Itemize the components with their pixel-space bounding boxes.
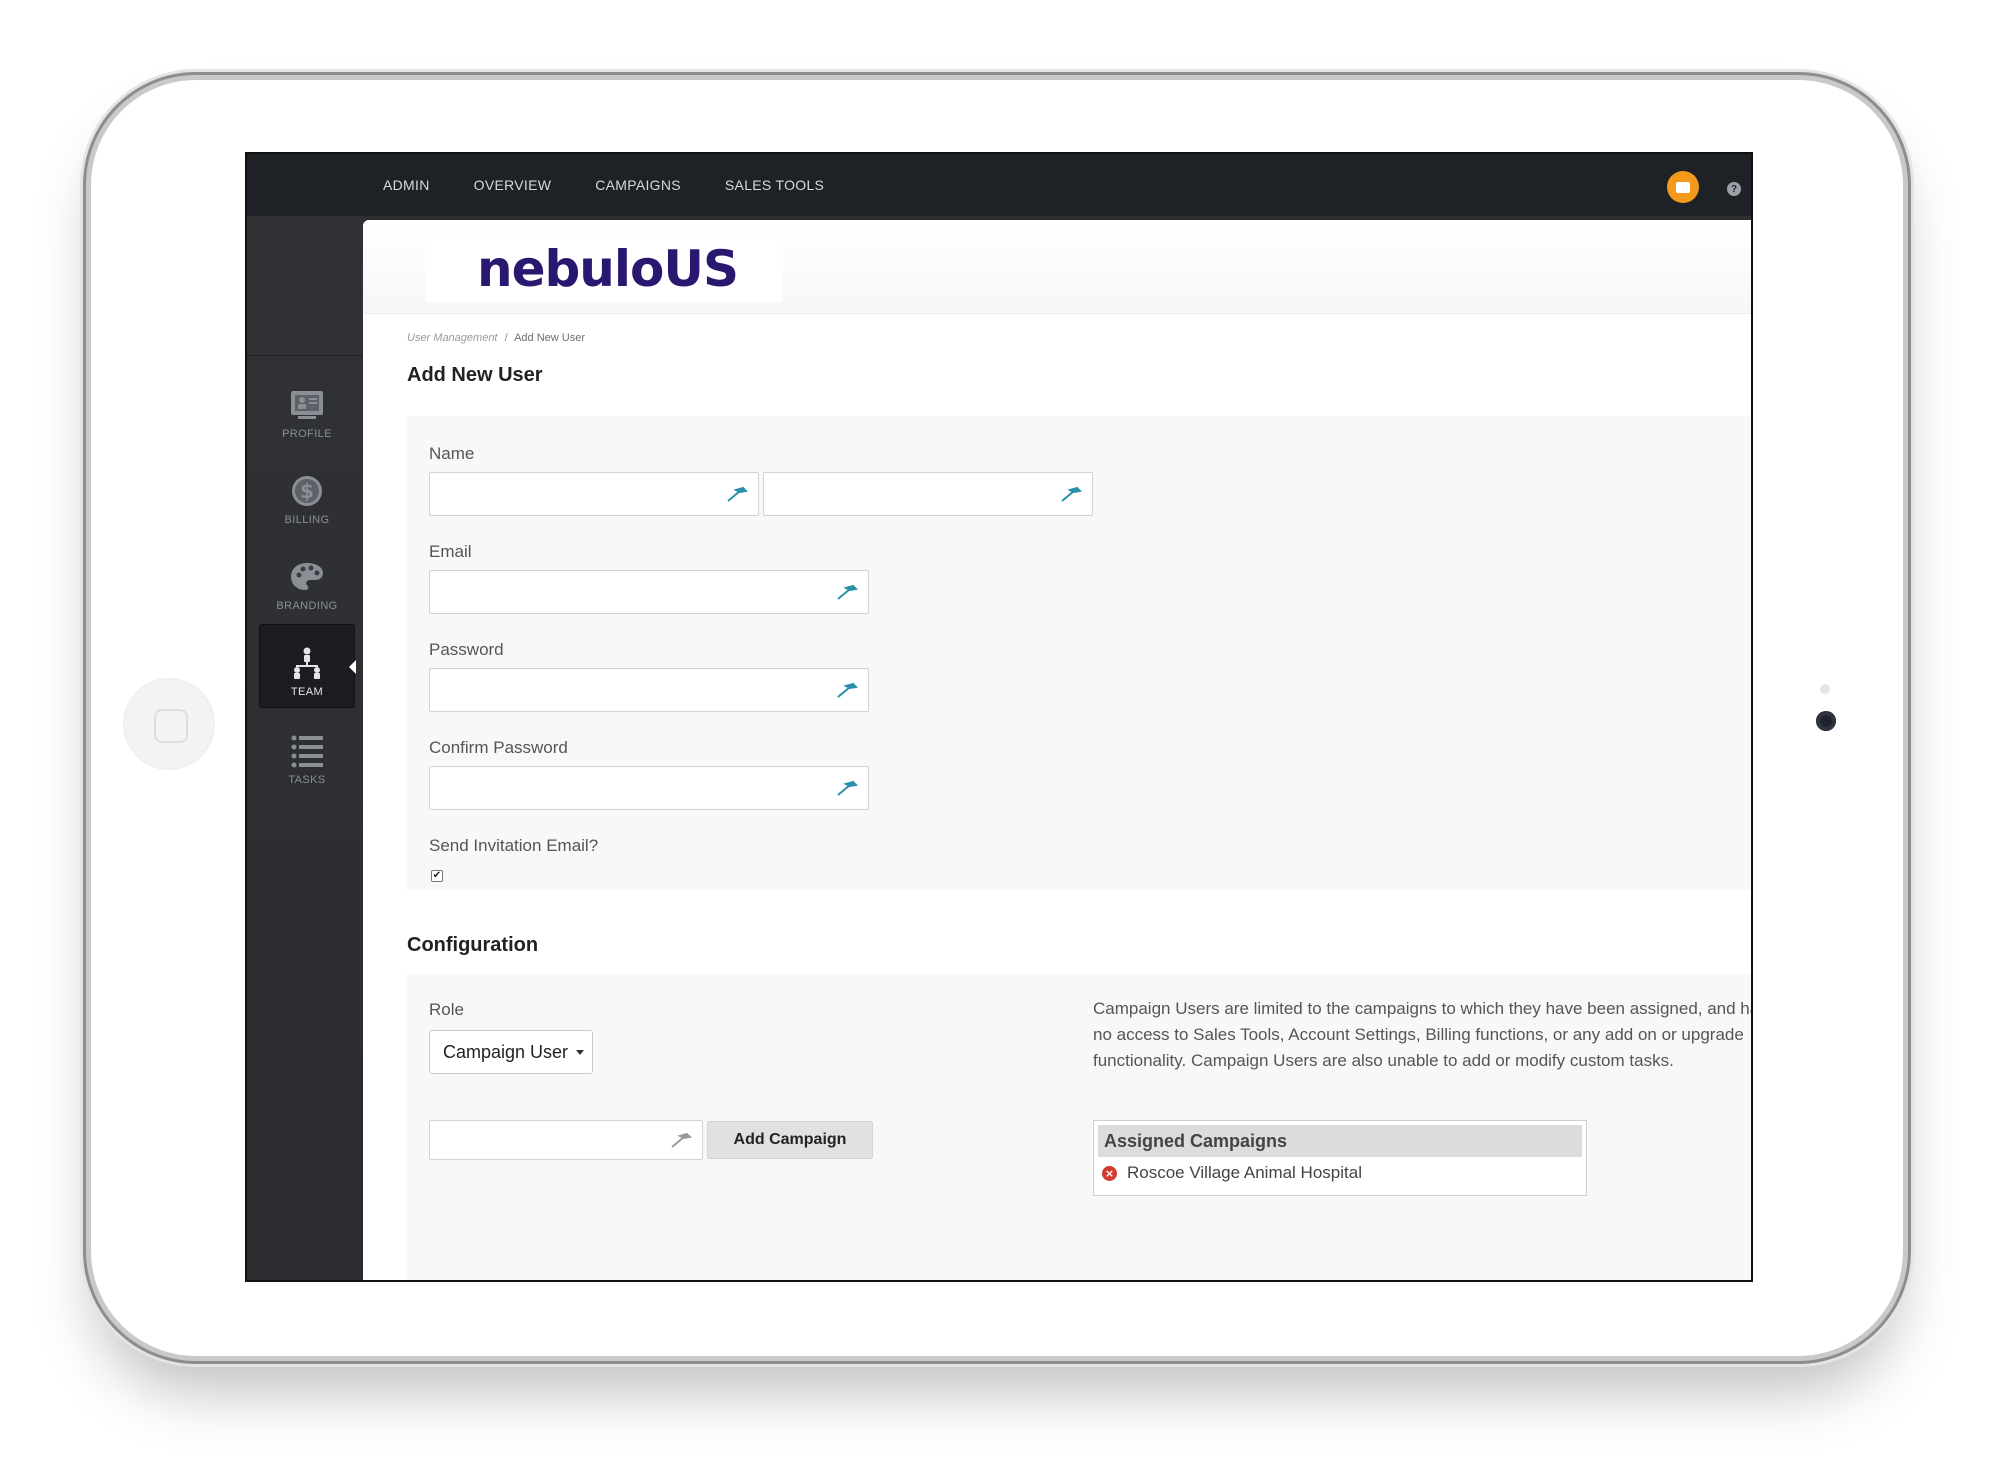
configuration-form: Role Campaign User Add Campaign Campaign… (407, 974, 1753, 1280)
campaign-search-field[interactable] (429, 1120, 703, 1160)
email-field[interactable] (429, 570, 869, 614)
sidebar-item-label: BILLING (284, 514, 330, 526)
role-select-value: Campaign User (443, 1041, 569, 1062)
nav-admin[interactable]: ADMIN (383, 177, 430, 193)
autofill-key-icon (727, 486, 748, 502)
autofill-key-icon (837, 584, 858, 600)
invite-label: Send Invitation Email? (429, 836, 599, 855)
confirm-password-label: Confirm Password (429, 738, 568, 757)
breadcrumb: User Management / Add New User (407, 332, 585, 344)
email-input[interactable] (430, 571, 868, 613)
name-label: Name (429, 444, 475, 463)
confirm-password-field[interactable] (429, 766, 869, 810)
speech-bubble-icon[interactable] (1667, 171, 1699, 203)
assigned-campaigns-list: Assigned Campaigns × Roscoe Village Anim… (1093, 1120, 1587, 1196)
sidebar-item-label: TASKS (288, 774, 326, 786)
autofill-key-icon (671, 1132, 692, 1148)
svg-text:$: $ (300, 479, 314, 503)
page-title: Add New User (407, 364, 543, 386)
sidebar-item-label: TEAM (290, 686, 324, 698)
nav-sales-tools[interactable]: SALES TOOLS (725, 177, 824, 193)
team-hierarchy-icon (294, 647, 320, 679)
sidebar-header (247, 216, 363, 356)
camera-lens (1816, 711, 1836, 731)
list-item: × Roscoe Village Animal Hospital (1102, 1163, 1362, 1183)
autofill-key-icon (837, 682, 858, 698)
sidebar-item-label: BRANDING (276, 600, 338, 612)
password-field[interactable] (429, 668, 869, 712)
campaign-search-input[interactable] (430, 1121, 702, 1159)
top-nav: ADMIN OVERVIEW CAMPAIGNS SALES TOOLS (383, 154, 824, 216)
last-name-field[interactable] (763, 472, 1093, 516)
breadcrumb-current: Add New User (514, 332, 585, 344)
autofill-key-icon (837, 780, 858, 796)
chevron-down-icon (576, 1050, 584, 1055)
sidebar-item-branding[interactable]: BRANDING (259, 538, 355, 622)
autofill-key-icon (1061, 486, 1082, 502)
role-description: Campaign Users are limited to the campai… (1093, 999, 1753, 1070)
sidebar-item-team[interactable]: TEAM (259, 624, 356, 708)
brand-header: nebuloUS (363, 220, 1751, 314)
password-label: Password (429, 640, 504, 659)
sidebar-item-billing[interactable]: $ BILLING (259, 452, 355, 536)
nav-overview[interactable]: OVERVIEW (474, 177, 552, 193)
breadcrumb-separator: / (504, 332, 508, 344)
dollar-icon: $ (292, 476, 322, 506)
last-name-input[interactable] (764, 473, 1092, 515)
user-form: Name Email Password Confirm Password Sen… (407, 416, 1751, 890)
breadcrumb-user-management[interactable]: User Management (407, 332, 498, 344)
palette-icon (291, 563, 323, 590)
email-label: Email (429, 542, 472, 561)
role-label: Role (429, 1000, 464, 1019)
main-content: nebuloUS User Management / Add New User … (363, 220, 1753, 1280)
sensor-dot (1820, 684, 1830, 694)
brand-logo[interactable]: nebuloUS (477, 240, 739, 298)
sidebar-item-label: PROFILE (282, 428, 332, 440)
role-select[interactable]: Campaign User (429, 1030, 593, 1074)
sidebar: PROFILE $ BILLING BRANDING TEAM TASKS (247, 216, 363, 1280)
help-icon[interactable]: ? (1727, 182, 1741, 196)
task-list-icon (291, 735, 323, 768)
first-name-input[interactable] (430, 473, 758, 515)
remove-icon[interactable]: × (1102, 1165, 1117, 1181)
confirm-password-input[interactable] (430, 767, 868, 809)
app-screen: ADMIN OVERVIEW CAMPAIGNS SALES TOOLS ? P… (245, 152, 1753, 1282)
configuration-title: Configuration (407, 934, 539, 956)
sidebar-item-tasks[interactable]: TASKS (259, 712, 355, 796)
password-input[interactable] (430, 669, 868, 711)
nav-campaigns[interactable]: CAMPAIGNS (595, 177, 681, 193)
assigned-campaign-name: Roscoe Village Animal Hospital (1127, 1163, 1362, 1182)
invite-checkbox[interactable]: ✔ (431, 870, 443, 882)
home-button[interactable] (123, 678, 215, 770)
assigned-campaigns-header: Assigned Campaigns (1098, 1125, 1582, 1157)
sidebar-item-profile[interactable]: PROFILE (259, 366, 355, 450)
profile-card-icon (291, 391, 323, 419)
first-name-field[interactable] (429, 472, 759, 516)
add-campaign-button[interactable]: Add Campaign (707, 1121, 873, 1159)
logo-container: nebuloUS (425, 234, 783, 302)
top-navigation-bar: ADMIN OVERVIEW CAMPAIGNS SALES TOOLS ? (247, 154, 1751, 216)
